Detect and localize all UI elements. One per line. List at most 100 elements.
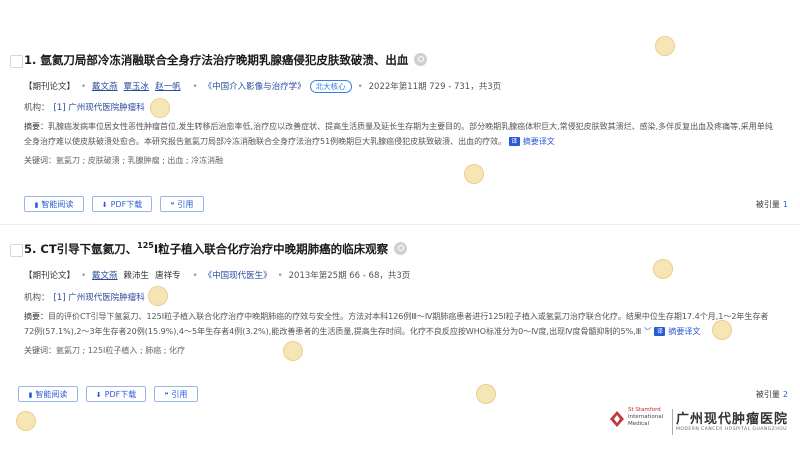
author-link[interactable]: 赖沛生 <box>124 271 150 281</box>
select-checkbox[interactable] <box>10 244 23 257</box>
keyword-link[interactable]: 化疗 <box>169 346 185 355</box>
cite-button[interactable]: ❝ 引用 <box>154 386 198 402</box>
institution: 机构： [1] 广州现代医院肿瘤科 <box>24 291 145 303</box>
translate-icon: 译 <box>508 137 520 146</box>
separator-dot: • <box>192 271 198 281</box>
title-part: 5. CT引导下氩氦刀、 <box>24 242 138 256</box>
watermark-coin <box>16 411 36 431</box>
document-icon: ▮ <box>34 201 39 209</box>
title-superscript: 125 <box>137 241 154 251</box>
expand-chevron-icon[interactable]: ﹀ <box>644 327 652 336</box>
article-title[interactable]: 1. 氩氦刀局部冷冻消融联合全身疗法治疗晚期乳腺癌侵犯皮肤致破溃、出血 <box>24 52 428 68</box>
abstract-text: 乳腺癌发病率位居女性恶性肿瘤首位,发生转移后治愈率低,治疗应以改善症状、提高生活… <box>24 122 773 146</box>
author-link[interactable]: 赵一帆 <box>155 82 181 92</box>
watermark-coin <box>712 320 732 340</box>
smart-read-button[interactable]: ▮ 智能阅读 <box>24 196 84 212</box>
pdf-download-label: PDF下载 <box>110 200 143 209</box>
watermark-coin <box>653 259 673 279</box>
logo-en-line: International <box>628 414 664 420</box>
separator-dot: • <box>192 82 198 92</box>
institution-link[interactable]: [1] 广州现代医院肿瘤科 <box>54 103 145 113</box>
separator-dot: • <box>277 271 283 281</box>
watermark-coin <box>148 286 168 306</box>
journal-link[interactable]: 《中国介入影像与治疗学》 <box>204 82 306 92</box>
logo-english-text: St Stamford International Medical <box>628 407 663 428</box>
type-tag: 【期刊论文】 <box>24 82 76 92</box>
translate-icon: 译 <box>654 327 666 336</box>
cited-label: 被引量 <box>755 390 780 399</box>
publication-info: 2022年第11期 729 - 731，共3页 <box>368 82 502 92</box>
preview-icon[interactable] <box>414 53 428 66</box>
document-icon: ▮ <box>28 391 33 399</box>
core-journal-badge: 北大核心 <box>309 80 352 93</box>
cite-label: 引用 <box>171 390 188 399</box>
keyword-link[interactable]: 乳腺肿瘤 <box>128 156 160 165</box>
hospital-logo: St Stamford International Medical 广州现代肿瘤… <box>608 405 798 443</box>
type-tag: 【期刊论文】 <box>24 271 76 281</box>
keywords-label: 关键词： <box>24 156 56 165</box>
logo-en-line: St Stamford <box>628 407 661 413</box>
translate-abstract-link[interactable]: 译摘要译文 <box>508 137 555 146</box>
cited-count: 被引量 1 <box>756 199 788 210</box>
pdf-download-button[interactable]: ⬇ PDF下载 <box>92 196 152 212</box>
smart-read-button[interactable]: ▮ 智能阅读 <box>18 386 78 402</box>
quote-icon: ❝ <box>170 201 175 209</box>
keywords-label: 关键词： <box>24 346 56 355</box>
download-icon: ⬇ <box>101 201 108 209</box>
keywords: 关键词：氩氦刀 ; 皮肤破溃 ; 乳腺肿瘤 ; 出血 ; 冷冻消融 <box>24 156 224 165</box>
abstract-label: 摘要： <box>24 122 48 131</box>
abstract: 摘要：乳腺癌发病率位居女性恶性肿瘤首位,发生转移后治愈率低,治疗应以改善症状、提… <box>24 119 776 149</box>
author-link[interactable]: 戴文燕 <box>92 82 118 92</box>
author-link[interactable]: 唐祥专 <box>155 271 181 281</box>
result-record-1: 1. 氩氦刀局部冷冻消融联合全身疗法治疗晚期乳腺癌侵犯皮肤致破溃、出血 【期刊论… <box>0 0 800 225</box>
publication-info: 2013年第25期 66 - 68，共3页 <box>288 271 411 281</box>
keyword-link[interactable]: 125I粒子植入 <box>88 346 138 355</box>
separator-dot: • <box>81 271 87 281</box>
watermark-coin <box>150 98 170 118</box>
keyword-link[interactable]: 肺癌 <box>145 346 161 355</box>
logo-english-name: MODERN CANCER HOSPITAL GUANGZHOU <box>676 427 788 432</box>
institution-label: 机构： <box>24 103 50 113</box>
abstract: 摘要：目的评价CT引导下氩氦刀、125I粒子植入联合化疗治疗中晚期肺癌的疗效与安… <box>24 309 776 339</box>
watermark-coin <box>464 164 484 184</box>
cite-button[interactable]: ❝ 引用 <box>160 196 204 212</box>
pdf-download-label: PDF下载 <box>104 390 137 399</box>
abstract-label: 摘要： <box>24 312 48 321</box>
institution-label: 机构： <box>24 293 50 303</box>
article-title-link[interactable]: 1. 氩氦刀局部冷冻消融联合全身疗法治疗晚期乳腺癌侵犯皮肤致破溃、出血 <box>24 53 408 67</box>
download-icon: ⬇ <box>95 391 102 399</box>
translate-abstract-link[interactable]: 译摘要译文 <box>654 327 700 336</box>
institution-link[interactable]: [1] 广州现代医院肿瘤科 <box>54 293 145 303</box>
author-link[interactable]: 戴文燕 <box>92 271 118 281</box>
title-part: I粒子植入联合化疗治疗中晚期肺癌的临床观察 <box>153 242 389 256</box>
keyword-link[interactable]: 氩氦刀 <box>56 156 80 165</box>
keyword-link[interactable]: 氩氦刀 <box>56 346 80 355</box>
keyword-link[interactable]: 出血 <box>167 156 183 165</box>
cited-label: 被引量 <box>755 200 780 209</box>
watermark-coin <box>655 36 675 56</box>
watermark-coin <box>476 384 496 404</box>
article-meta: 【期刊论文】 • 戴文燕 赖沛生 唐祥专 • 《中国现代医生》 • 2013年第25期 66 -… <box>24 269 410 281</box>
separator-dot: • <box>357 82 363 92</box>
quote-icon: ❝ <box>164 391 169 399</box>
article-title-link[interactable]: 5. CT引导下氩氦刀、125I粒子植入联合化疗治疗中晚期肺癌的临床观察 <box>24 241 389 256</box>
logo-divider <box>672 409 673 435</box>
cited-number[interactable]: 1 <box>783 200 788 209</box>
watermark-coin <box>283 341 303 361</box>
select-checkbox[interactable] <box>10 55 23 68</box>
preview-icon[interactable] <box>394 242 408 255</box>
cited-number[interactable]: 2 <box>783 390 788 399</box>
author-link[interactable]: 覃玉冰 <box>124 82 150 92</box>
cite-label: 引用 <box>177 200 194 209</box>
keyword-link[interactable]: 冷冻消融 <box>191 156 223 165</box>
article-title[interactable]: 5. CT引导下氩氦刀、125I粒子植入联合化疗治疗中晚期肺癌的临床观察 <box>24 241 408 257</box>
logo-chinese-name: 广州现代肿瘤医院 <box>676 412 789 427</box>
smart-read-label: 智能阅读 <box>35 390 68 399</box>
pdf-download-button[interactable]: ⬇ PDF下载 <box>86 386 146 402</box>
hospital-emblem-icon <box>610 411 624 427</box>
keyword-link[interactable]: 皮肤破溃 <box>88 156 120 165</box>
cited-count: 被引量 2 <box>756 389 788 400</box>
journal-link[interactable]: 《中国现代医生》 <box>204 271 272 281</box>
translate-label: 摘要译文 <box>522 137 555 146</box>
institution: 机构： [1] 广州现代医院肿瘤科 <box>24 101 145 113</box>
